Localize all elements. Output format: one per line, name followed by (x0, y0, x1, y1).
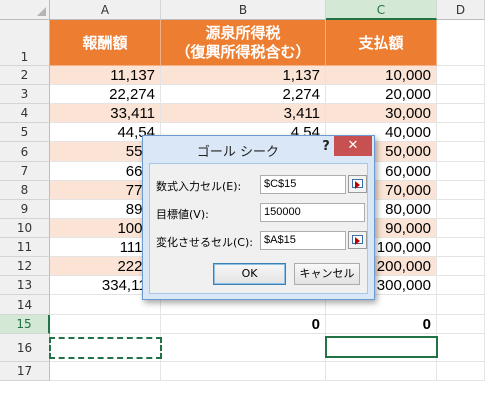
cell-d3[interactable] (437, 85, 485, 104)
cell-a3[interactable]: 22,274 (50, 85, 161, 104)
cell-c15[interactable]: 0 (326, 315, 437, 334)
to-value-label: 目標値(V): (156, 208, 209, 221)
header-b-line1: 源泉所得税 (205, 24, 281, 42)
cell-d15[interactable] (437, 315, 485, 334)
row-header-15[interactable]: 15 (0, 315, 50, 334)
cell-a4[interactable]: 33,411 (50, 104, 161, 123)
set-cell-label: 数式入力セル(E): (156, 180, 242, 193)
row-header-1[interactable]: 1 (0, 20, 50, 66)
cell-d12[interactable] (437, 257, 485, 276)
red-arrow-icon (355, 237, 360, 245)
changing-cell-label: 変化させるセル(C): (156, 236, 253, 249)
row-header-4[interactable]: 4 (0, 104, 50, 123)
set-cell-collapse-button[interactable] (348, 175, 367, 193)
select-all-corner[interactable] (0, 0, 50, 20)
active-cell-c15 (325, 336, 438, 358)
cell-b4[interactable]: 3,411 (161, 104, 326, 123)
header-cell-a[interactable]: 報酬額 (50, 20, 161, 66)
cell-c2[interactable]: 10,000 (326, 66, 437, 85)
cell-a15[interactable] (50, 315, 161, 334)
row-header-7[interactable]: 7 (0, 162, 50, 181)
cell-d11[interactable] (437, 238, 485, 257)
header-cell-b[interactable]: 源泉所得税 （復興所得税含む） (161, 20, 326, 66)
cell-b2[interactable]: 1,137 (161, 66, 326, 85)
row-header-17[interactable]: 17 (0, 362, 50, 381)
set-cell-input[interactable]: $C$15 (260, 175, 346, 194)
row-header-16[interactable]: 16 (0, 334, 50, 362)
cell-b3[interactable]: 2,274 (161, 85, 326, 104)
cell-d17[interactable] (437, 362, 485, 381)
cell-b15[interactable]: 0 (161, 315, 326, 334)
cell-c17[interactable] (326, 362, 437, 381)
column-header-b[interactable]: B (161, 0, 326, 20)
cell-d14[interactable] (437, 295, 485, 315)
changing-cell-input[interactable]: $A$15 (260, 231, 346, 250)
cell-d4[interactable] (437, 104, 485, 123)
dialog-title: ゴール シーク (196, 145, 280, 160)
row-header-12[interactable]: 12 (0, 257, 50, 276)
cell-d6[interactable] (437, 142, 485, 162)
column-header-a[interactable]: A (50, 0, 161, 20)
help-icon[interactable]: ? (318, 139, 334, 157)
cell-c3[interactable]: 20,000 (326, 85, 437, 104)
row-header-5[interactable]: 5 (0, 123, 50, 142)
column-header-d[interactable]: D (437, 0, 485, 20)
cell-d16[interactable] (437, 334, 485, 362)
cancel-button[interactable]: キャンセル (294, 263, 360, 285)
marching-ants-a15 (49, 337, 162, 359)
row-header-8[interactable]: 8 (0, 181, 50, 200)
cell-a17[interactable] (50, 362, 161, 381)
changing-cell-collapse-button[interactable] (348, 231, 367, 249)
header-b-line2: （復興所得税含む） (175, 43, 311, 61)
row-header-14[interactable]: 14 (0, 295, 50, 315)
cell-b16[interactable] (161, 334, 326, 362)
to-value-input[interactable]: 150000 (260, 203, 365, 222)
row-header-10[interactable]: 10 (0, 219, 50, 238)
cell-d7[interactable] (437, 162, 485, 181)
cell-b17[interactable] (161, 362, 326, 381)
cell-c4[interactable]: 30,000 (326, 104, 437, 123)
dialog-titlebar[interactable]: ゴール シーク ? ✕ (143, 136, 374, 163)
cell-d5[interactable] (437, 123, 485, 142)
red-arrow-icon (355, 181, 360, 189)
goal-seek-dialog: ゴール シーク ? ✕ 数式入力セル(E): $C$15 目標値(V): 150… (142, 135, 375, 300)
cell-d2[interactable] (437, 66, 485, 85)
cell-d10[interactable] (437, 219, 485, 238)
header-cell-c[interactable]: 支払額 (326, 20, 437, 66)
row-header-9[interactable]: 9 (0, 200, 50, 219)
close-button[interactable]: ✕ (334, 136, 372, 156)
cell-d9[interactable] (437, 200, 485, 219)
ok-button[interactable]: OK (213, 263, 286, 285)
row-header-3[interactable]: 3 (0, 85, 50, 104)
row-header-13[interactable]: 13 (0, 276, 50, 295)
column-header-c[interactable]: C (326, 0, 437, 20)
row-header-2[interactable]: 2 (0, 66, 50, 85)
cell-a2[interactable]: 11,137 (50, 66, 161, 85)
dialog-body: 数式入力セル(E): $C$15 目標値(V): 150000 変化させるセル(… (149, 163, 368, 294)
cell-d8[interactable] (437, 181, 485, 200)
row-header-6[interactable]: 6 (0, 142, 50, 162)
cell-d13[interactable] (437, 276, 485, 295)
row-header-11[interactable]: 11 (0, 238, 50, 257)
cell-d1[interactable] (437, 20, 485, 66)
